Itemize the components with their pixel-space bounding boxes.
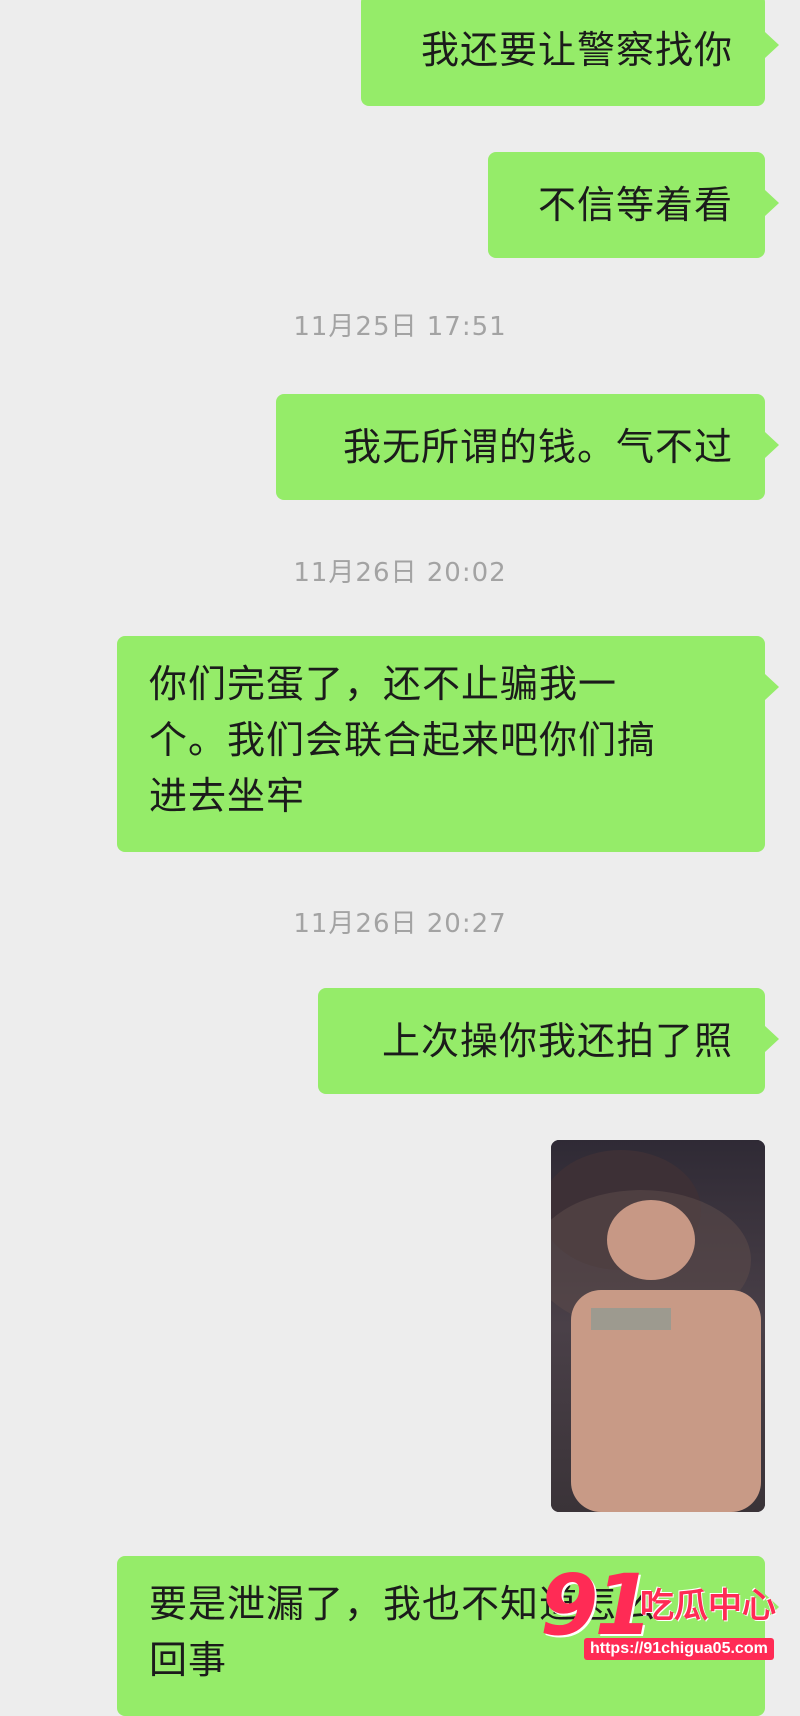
- timestamp-3: 11月26日 20:27: [293, 909, 507, 939]
- message-text-1: 我还要让警察找你: [420, 28, 733, 72]
- message-bubble-1[interactable]: 我还要让警察找你: [361, 0, 779, 106]
- message-bubble-4[interactable]: 你们完蛋了，还不止骗我一 个。我们会联合起来吧你们搞 进去坐牢: [117, 636, 779, 852]
- watermark-logo: 91 吃瓜中心 https://91chigua05.com: [540, 1560, 780, 1666]
- message-bubble-2[interactable]: 不信等着看: [488, 152, 779, 258]
- bubble-tail: [765, 1026, 779, 1052]
- bubble-tail: [765, 32, 779, 58]
- timestamp-1: 11月25日 17:51: [293, 312, 507, 342]
- watermark-url: https://91chigua05.com: [584, 1638, 774, 1660]
- message-bubble-3[interactable]: 我无所谓的钱。气不过: [276, 394, 779, 500]
- message-bubble-5[interactable]: 上次操你我还拍了照: [318, 988, 779, 1094]
- message-text-3: 我无所谓的钱。气不过: [342, 425, 733, 469]
- message-text-4-line-3: 进去坐牢: [149, 774, 306, 818]
- message-text-5: 上次操你我还拍了照: [381, 1019, 733, 1063]
- watermark-number: 91: [540, 1556, 653, 1654]
- bubble-tail: [765, 190, 779, 216]
- bubble-tail: [765, 674, 779, 700]
- timestamp-2: 11月26日 20:02: [293, 558, 507, 588]
- photo-message[interactable]: [551, 1140, 765, 1512]
- photo-thumbnail: [551, 1140, 765, 1512]
- bubble-tail: [765, 432, 779, 458]
- watermark-title: 吃瓜中心: [640, 1586, 776, 1626]
- message-text-2: 不信等着看: [537, 183, 733, 227]
- message-text-4-line-2: 个。我们会联合起来吧你们搞: [149, 718, 657, 762]
- message-text-4-line-1: 你们完蛋了，还不止骗我一: [149, 662, 618, 706]
